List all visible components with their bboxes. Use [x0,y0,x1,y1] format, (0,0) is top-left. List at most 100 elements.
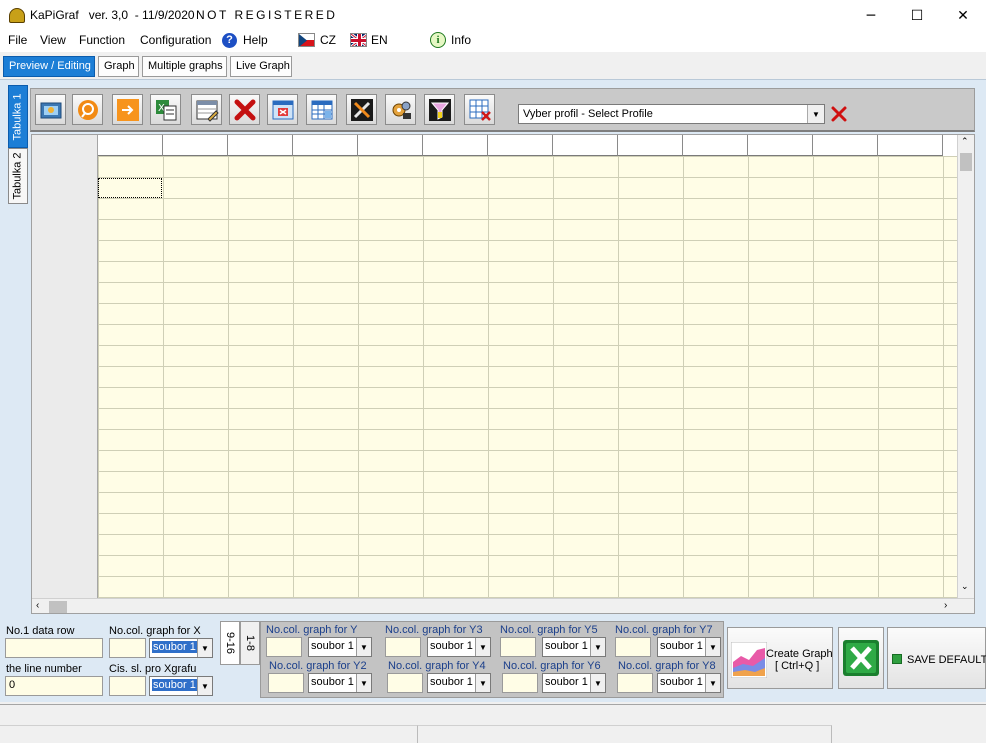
y3-file-value: soubor 1 [430,640,473,652]
data-row-label: No.1 data row [6,625,75,637]
search-icon[interactable] [72,94,103,125]
column-header[interactable] [553,135,618,156]
sheet-tab-tabulka-1[interactable]: Tabulka 1 [8,85,28,148]
line-number-label: the line number [6,663,82,675]
column-header[interactable] [683,135,748,156]
y5-col-input[interactable] [500,637,536,657]
vertical-scrollbar[interactable]: ⌃ ⌄ [957,135,974,598]
chart-icon [731,642,767,678]
filter-icon[interactable] [424,94,455,125]
menu-help[interactable]: Help [243,33,268,47]
column-header[interactable] [813,135,878,156]
minimize-button[interactable]: ─ [848,0,894,31]
menu-cz[interactable]: CZ [320,33,336,47]
column-header[interactable] [228,135,293,156]
chevron-down-icon[interactable]: ▼ [356,638,371,656]
y8-col-input[interactable] [617,673,653,693]
x-file-select[interactable]: soubor 1 ▼ [149,638,213,658]
column-header[interactable] [423,135,488,156]
chevron-down-icon[interactable]: ▼ [807,105,824,123]
grid-delete-icon[interactable] [464,94,495,125]
scroll-right-icon[interactable]: › [944,600,947,611]
selected-cell[interactable] [98,178,162,198]
y1-col-input[interactable] [266,637,302,657]
excel-export-button[interactable] [838,627,884,689]
save-default-button[interactable]: SAVE DEFAULT [887,627,986,689]
column-header[interactable] [293,135,358,156]
chevron-down-icon[interactable]: ▼ [475,674,490,692]
x-cis-input[interactable] [109,676,146,696]
column-header[interactable] [488,135,553,156]
clear-profile-icon[interactable] [830,105,848,123]
chevron-down-icon[interactable]: ▼ [197,639,212,657]
clear-table-icon[interactable] [267,94,298,125]
tools-icon[interactable] [346,94,377,125]
tab-multiple-graphs[interactable]: Multiple graphs [142,56,227,77]
y4-file-select[interactable]: soubor 1 ▼ [427,673,491,693]
y7-file-select[interactable]: soubor 1 ▼ [657,637,721,657]
y2-col-input[interactable] [268,673,304,693]
y8-col-label: No.col. graph for Y8 [618,660,716,672]
y3-file-select[interactable]: soubor 1 ▼ [427,637,491,657]
y7-col-input[interactable] [615,637,651,657]
y1-file-select[interactable]: soubor 1 ▼ [308,637,372,657]
y4-col-input[interactable] [387,673,423,693]
scroll-left-icon[interactable]: ‹ [36,600,39,611]
scroll-up-icon[interactable]: ⌃ [961,136,969,147]
column-header[interactable] [878,135,943,156]
profile-select[interactable]: Vyber profil - Select Profile [518,104,825,124]
settings-icon[interactable] [385,94,416,125]
column-header[interactable] [98,135,163,156]
y5-file-select[interactable]: soubor 1 ▼ [542,637,606,657]
chevron-down-icon[interactable]: ▼ [475,638,490,656]
tab-live-graph[interactable]: Live Graph [230,56,292,77]
excel-icon [843,640,879,676]
maximize-button[interactable]: ☐ [894,0,940,31]
menu-file[interactable]: File [8,33,27,47]
create-graph-button[interactable]: Create Graph [ Ctrl+Q ] [727,627,833,689]
y2-file-select[interactable]: soubor 1 ▼ [308,673,372,693]
table-grid-icon[interactable] [306,94,337,125]
chevron-down-icon[interactable]: ▼ [705,674,720,692]
data-row-input[interactable] [5,638,103,658]
excel-import-icon[interactable]: X [150,94,181,125]
tab-range-1-8[interactable]: 1-8 [240,621,260,665]
menu-function[interactable]: Function [79,33,125,47]
x-cis-file-select[interactable]: soubor 1 ▼ [149,676,213,696]
chevron-down-icon[interactable]: ▼ [197,677,212,695]
y8-file-select[interactable]: soubor 1 ▼ [657,673,721,693]
arrow-right-icon[interactable] [112,94,143,125]
menu-en[interactable]: EN [371,33,388,47]
menu-info[interactable]: Info [451,33,471,47]
scroll-down-icon[interactable]: ⌄ [961,581,969,592]
line-number-input[interactable]: 0 [5,676,103,696]
tab-preview-editing[interactable]: Preview / Editing [3,56,95,77]
menu-view[interactable]: View [40,33,66,47]
y6-file-select[interactable]: soubor 1 ▼ [542,673,606,693]
sheet-tab-tabulka-2[interactable]: Tabulka 2 [8,148,28,204]
chevron-down-icon[interactable]: ▼ [590,674,605,692]
status-panel-left [0,725,418,743]
column-header[interactable] [748,135,813,156]
menu-configuration[interactable]: Configuration [140,33,211,47]
column-header[interactable] [618,135,683,156]
chevron-down-icon[interactable]: ▼ [705,638,720,656]
grid-cells[interactable] [98,156,957,598]
close-window-button[interactable]: ✕ [940,0,986,31]
y3-col-input[interactable] [385,637,421,657]
tab-graph[interactable]: Graph [98,56,139,77]
column-header[interactable] [358,135,423,156]
horizontal-scrollbar[interactable]: ‹ › [32,598,974,613]
vertical-scroll-thumb[interactable] [960,153,972,171]
chevron-down-icon[interactable]: ▼ [356,674,371,692]
delete-icon[interactable] [229,94,260,125]
x-col-input[interactable] [109,638,146,658]
y4-file-value: soubor 1 [430,676,473,688]
open-file-icon[interactable] [35,94,66,125]
column-header[interactable] [163,135,228,156]
y6-col-input[interactable] [502,673,538,693]
tab-range-9-16[interactable]: 9-16 [220,621,240,665]
edit-table-icon[interactable] [191,94,222,125]
chevron-down-icon[interactable]: ▼ [590,638,605,656]
horizontal-scroll-thumb[interactable] [49,601,67,613]
